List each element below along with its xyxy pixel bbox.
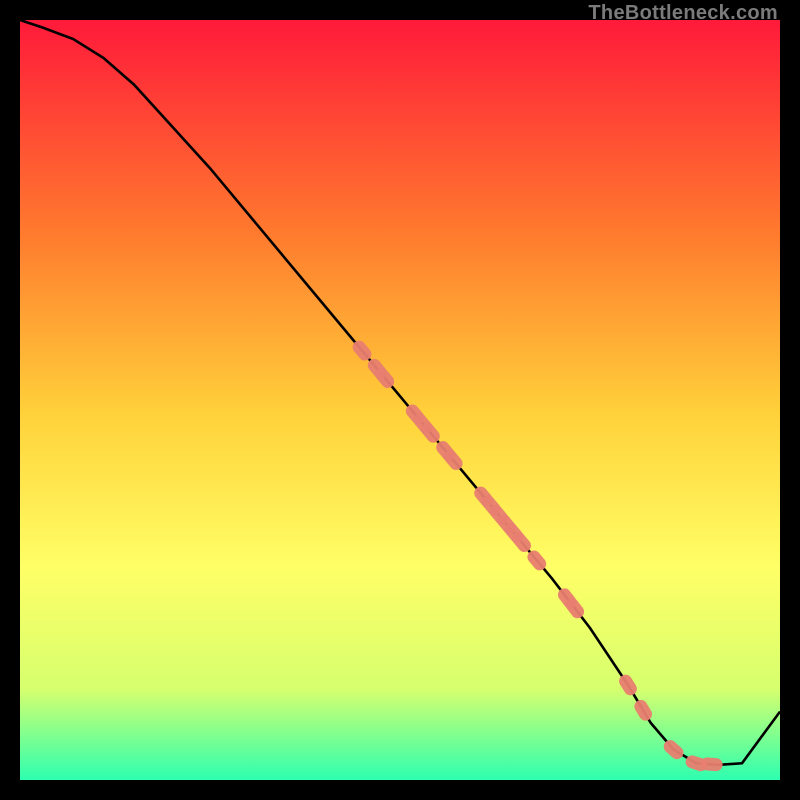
chart-svg bbox=[20, 20, 780, 780]
gradient-background bbox=[20, 20, 780, 780]
watermark-text: TheBottleneck.com bbox=[588, 2, 778, 25]
plot-area bbox=[20, 20, 780, 780]
data-marker bbox=[700, 757, 723, 771]
chart-stage: TheBottleneck.com bbox=[0, 0, 800, 800]
